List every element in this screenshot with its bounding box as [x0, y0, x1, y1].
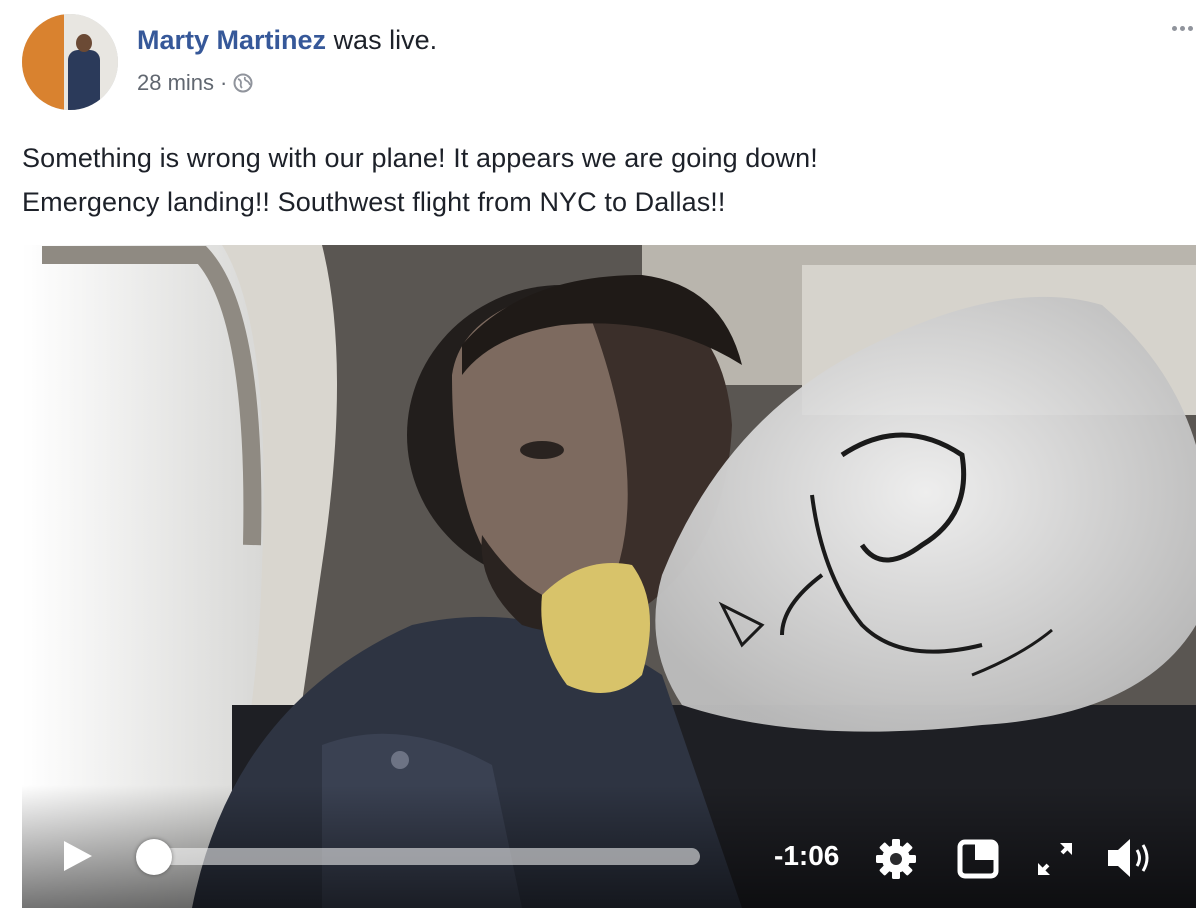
author-name-link[interactable]: Marty Martinez: [137, 25, 326, 55]
avatar-person-head: [76, 34, 92, 52]
meta-separator: ·: [220, 70, 228, 95]
controls-bar: [22, 785, 1196, 908]
more-options-icon[interactable]: [1170, 22, 1196, 36]
picture-in-picture-icon[interactable]: [957, 839, 999, 879]
author-line: Marty Martinez was live.: [137, 25, 437, 56]
facebook-post: Marty Martinez was live. 28 mins · Somet…: [0, 0, 1196, 918]
live-video-player[interactable]: -1:06: [22, 245, 1196, 908]
fullscreen-icon[interactable]: [1034, 839, 1076, 879]
volume-icon[interactable]: [1104, 835, 1162, 881]
post-timestamp[interactable]: 28 mins: [137, 70, 214, 96]
author-avatar[interactable]: [22, 14, 118, 110]
avatar-person-body: [68, 50, 100, 110]
time-remaining: -1:06: [774, 840, 840, 871]
globe-icon[interactable]: [233, 73, 253, 93]
post-text-line: Something is wrong with our plane! It ap…: [22, 143, 818, 173]
post-text-line: Emergency landing!! Southwest flight fro…: [22, 187, 726, 217]
gear-icon[interactable]: [874, 837, 918, 881]
post-meta: 28 mins ·: [137, 70, 253, 96]
progress-track[interactable]: [152, 848, 700, 865]
avatar-orange-accent: [22, 14, 64, 110]
author-action: was live.: [333, 25, 438, 55]
post-text: Something is wrong with our plane! It ap…: [22, 136, 1182, 224]
progress-scrubber[interactable]: [136, 839, 172, 875]
play-icon[interactable]: [62, 839, 94, 873]
